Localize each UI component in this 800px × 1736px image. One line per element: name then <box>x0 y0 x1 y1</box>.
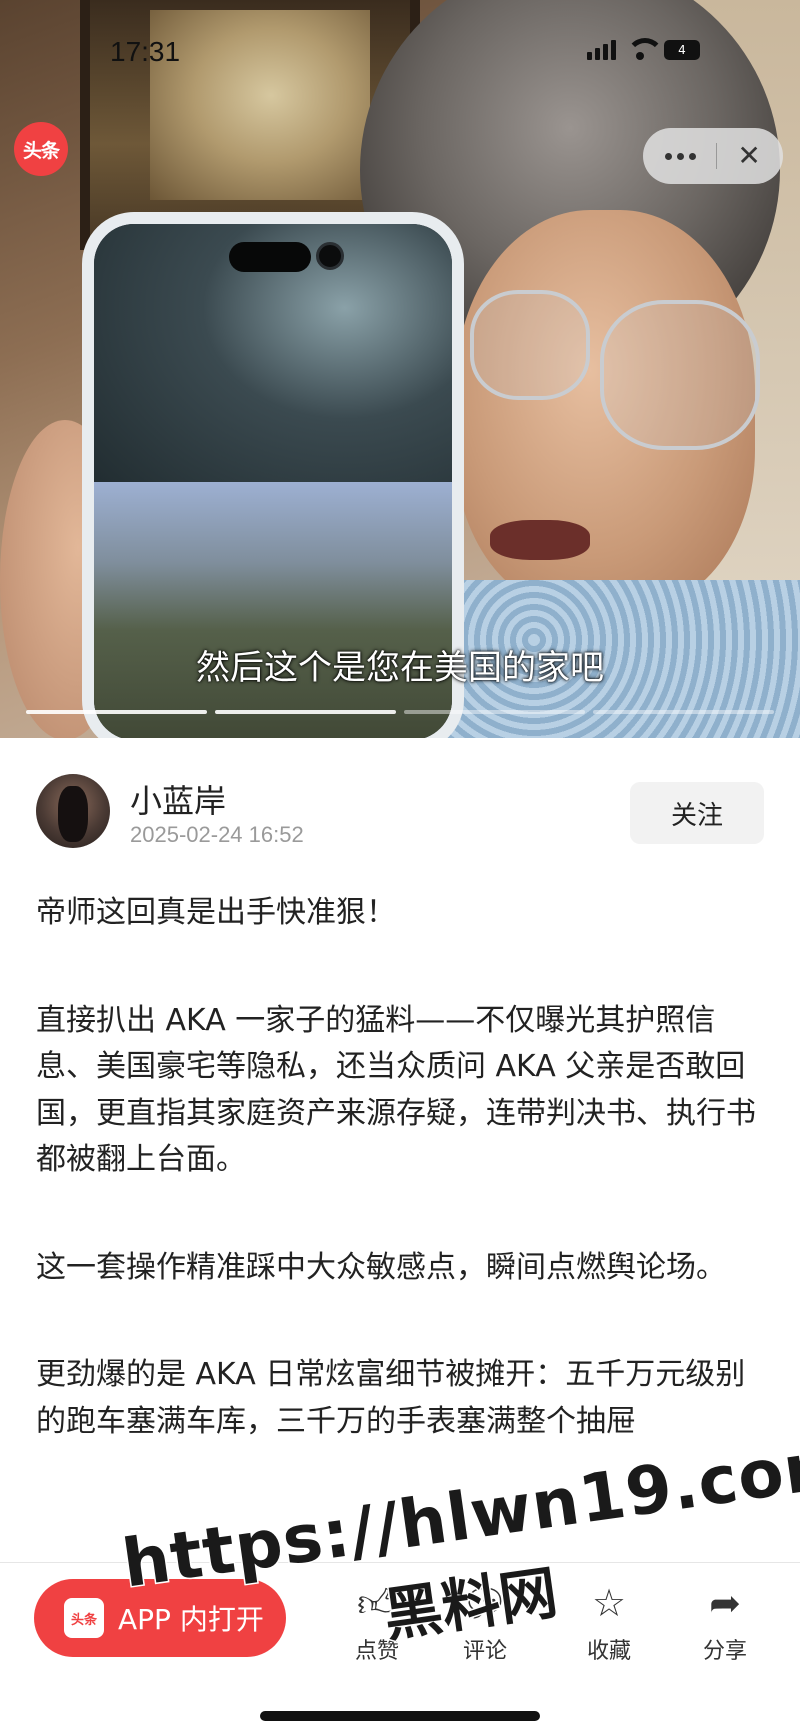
author-name[interactable]: 小蓝岸 <box>130 776 226 822</box>
bottom-action-bar: 头条 APP 内打开 👍︎ 点赞 💬︎ 评论 ☆ 收藏 ➦ 分享 <box>0 1562 800 1736</box>
video-progress[interactable] <box>26 710 774 714</box>
more-icon[interactable] <box>665 152 697 160</box>
author-row: 小蓝岸 2025-02-24 16:52 关注 <box>36 774 764 854</box>
publish-date: 2025-02-24 16:52 <box>130 822 304 847</box>
comment-button[interactable]: 💬︎ 评论 <box>440 1581 530 1665</box>
status-time: 17:31 <box>110 36 181 67</box>
capsule-menu: ✕ <box>643 128 783 184</box>
wifi-icon <box>626 38 664 60</box>
share-icon: ➦ <box>709 1581 741 1625</box>
article-paragraph: 更劲爆的是 AKA 日常炫富细节被摊开：五千万元级别的跑车塞满车库，三千万的手表… <box>36 1357 746 1439</box>
favorite-button[interactable]: ☆ 收藏 <box>564 1581 654 1665</box>
video-player[interactable]: 17:31 4 头条 ✕ 然后这个是您在美国的家吧 <box>0 0 800 738</box>
thumb-up-icon: 👍︎ <box>357 1581 397 1625</box>
toutiao-app-icon: 头条 <box>64 1598 104 1638</box>
like-button[interactable]: 👍︎ 点赞 <box>332 1581 422 1665</box>
article-paragraph: 这一套操作精准踩中大众敏感点，瞬间点燃舆论场。 <box>36 1249 726 1285</box>
video-subtitle: 然后这个是您在美国的家吧 <box>196 648 604 688</box>
avatar[interactable] <box>36 774 110 848</box>
home-indicator <box>260 1711 540 1721</box>
share-button[interactable]: ➦ 分享 <box>680 1581 770 1665</box>
follow-button[interactable]: 关注 <box>630 782 764 844</box>
article-paragraph: 直接扒出 AKA 一家子的猛料——不仅曝光其护照信息、美国豪宅等隐私，还当众质问… <box>36 1002 756 1178</box>
open-in-app-button[interactable]: 头条 APP 内打开 <box>34 1579 286 1657</box>
article-paragraph: 帝师这回真是出手快准狠！ <box>36 895 396 930</box>
star-icon: ☆ <box>591 1581 627 1625</box>
open-in-app-label: APP 内打开 <box>118 1603 264 1636</box>
close-icon[interactable]: ✕ <box>737 142 760 170</box>
battery-icon: 4 <box>664 40 700 60</box>
article-body: 帝师这回真是出手快准狠！ 直接扒出 AKA 一家子的猛料——不仅曝光其护照信息、… <box>36 890 764 1506</box>
house-photo <box>94 482 452 738</box>
comment-icon: 💬︎ <box>460 1581 510 1625</box>
signal-icon <box>587 40 616 60</box>
toutiao-logo: 头条 <box>14 122 68 176</box>
status-icons: 4 <box>587 38 700 60</box>
